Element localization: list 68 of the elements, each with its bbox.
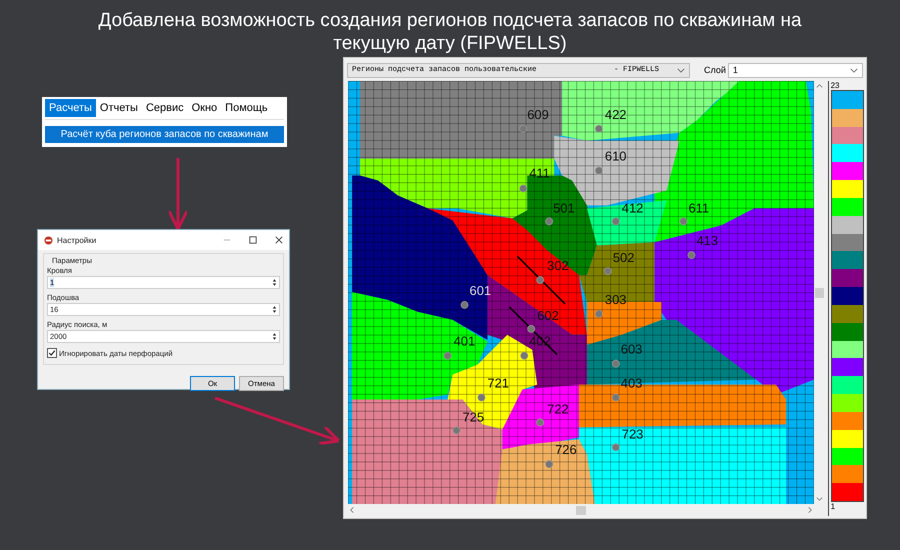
- well-label: 502: [612, 250, 634, 266]
- well-marker-icon[interactable]: [444, 352, 452, 360]
- menu-item[interactable]: Отчеты: [96, 99, 142, 117]
- well-label: 609: [527, 106, 549, 122]
- scroll-up-icon[interactable]: [816, 84, 824, 88]
- well-marker-icon[interactable]: [452, 426, 460, 434]
- well-label: 501: [553, 200, 575, 216]
- well-label: 726: [555, 442, 577, 458]
- well-label: 302: [547, 258, 569, 274]
- menu-item[interactable]: Окно: [188, 99, 222, 117]
- well-marker-icon[interactable]: [545, 217, 554, 226]
- well-marker-icon[interactable]: [527, 324, 536, 333]
- chevron-down-icon[interactable]: [850, 68, 858, 72]
- dropdown-menu-item[interactable]: Расчёт куба регионов запасов по скважинам: [45, 126, 284, 143]
- menu-item[interactable]: Расчеты: [45, 99, 96, 117]
- menu-item[interactable]: Помощь: [221, 99, 272, 117]
- well-label: 411: [529, 166, 550, 181]
- well-marker-icon[interactable]: [536, 418, 544, 426]
- well-marker-icon[interactable]: [612, 394, 620, 402]
- spinner-icon[interactable]: [272, 278, 277, 287]
- well-marker-icon[interactable]: [595, 310, 603, 318]
- scroll-down-icon[interactable]: [816, 497, 824, 501]
- maximize-icon[interactable]: [249, 236, 257, 244]
- well-label: 723: [622, 426, 644, 442]
- well-label: 611: [688, 200, 710, 216]
- well-label: 412: [622, 200, 644, 216]
- well-marker-icon[interactable]: [612, 217, 620, 226]
- well-marker-icon[interactable]: [520, 352, 528, 360]
- scrollbar-thumb[interactable]: [576, 506, 586, 514]
- well-label: 403: [620, 376, 642, 391]
- well-marker-icon[interactable]: [688, 251, 696, 260]
- fault-line: [508, 306, 558, 356]
- well-label: 422: [604, 106, 626, 122]
- horizontal-scrollbar[interactable]: [347, 504, 815, 516]
- legend-max-label: 23: [830, 81, 840, 90]
- well-label: 603: [620, 342, 642, 357]
- well-marker-icon[interactable]: [612, 360, 620, 368]
- scrollbar-thumb[interactable]: [815, 288, 824, 298]
- spinner-icon[interactable]: [272, 305, 277, 314]
- checkbox[interactable]: [47, 348, 57, 358]
- well-label: 721: [487, 376, 509, 391]
- dialog-title: Настройки: [57, 236, 96, 244]
- well-marker-icon[interactable]: [680, 217, 688, 226]
- scroll-right-icon[interactable]: [808, 506, 812, 514]
- layer-label: Слой: [704, 65, 726, 75]
- slide-title: Добавлена возможность создания регионов подсчета запасов по скважинам на текущую дату (FIPWELLS): [97, 9, 803, 56]
- well-marker-icon[interactable]: [545, 460, 554, 468]
- well-marker-icon[interactable]: [536, 276, 544, 284]
- menu-item[interactable]: Сервис: [142, 99, 188, 117]
- well-marker-icon[interactable]: [519, 184, 528, 192]
- well-label: 722: [547, 401, 569, 416]
- scroll-left-icon[interactable]: [350, 506, 354, 514]
- well-label: 401: [454, 334, 476, 349]
- well-marker-icon[interactable]: [460, 301, 468, 309]
- legend-min-label: 1: [830, 502, 836, 511]
- well-marker-icon[interactable]: [612, 443, 620, 452]
- well-label: 610: [604, 148, 626, 164]
- well-marker-icon[interactable]: [604, 267, 612, 275]
- close-icon[interactable]: [275, 236, 283, 244]
- chevron-down-icon[interactable]: [677, 68, 685, 72]
- app-icon: [44, 236, 53, 244]
- fault-line: [516, 256, 566, 304]
- spinner-icon[interactable]: [272, 332, 277, 341]
- well-marker-icon[interactable]: [595, 124, 603, 133]
- well-label: 413: [696, 233, 718, 248]
- well-marker-icon[interactable]: [595, 166, 603, 174]
- layer-dropdown[interactable]: 1: [728, 62, 863, 78]
- well-marker-icon[interactable]: [478, 394, 486, 402]
